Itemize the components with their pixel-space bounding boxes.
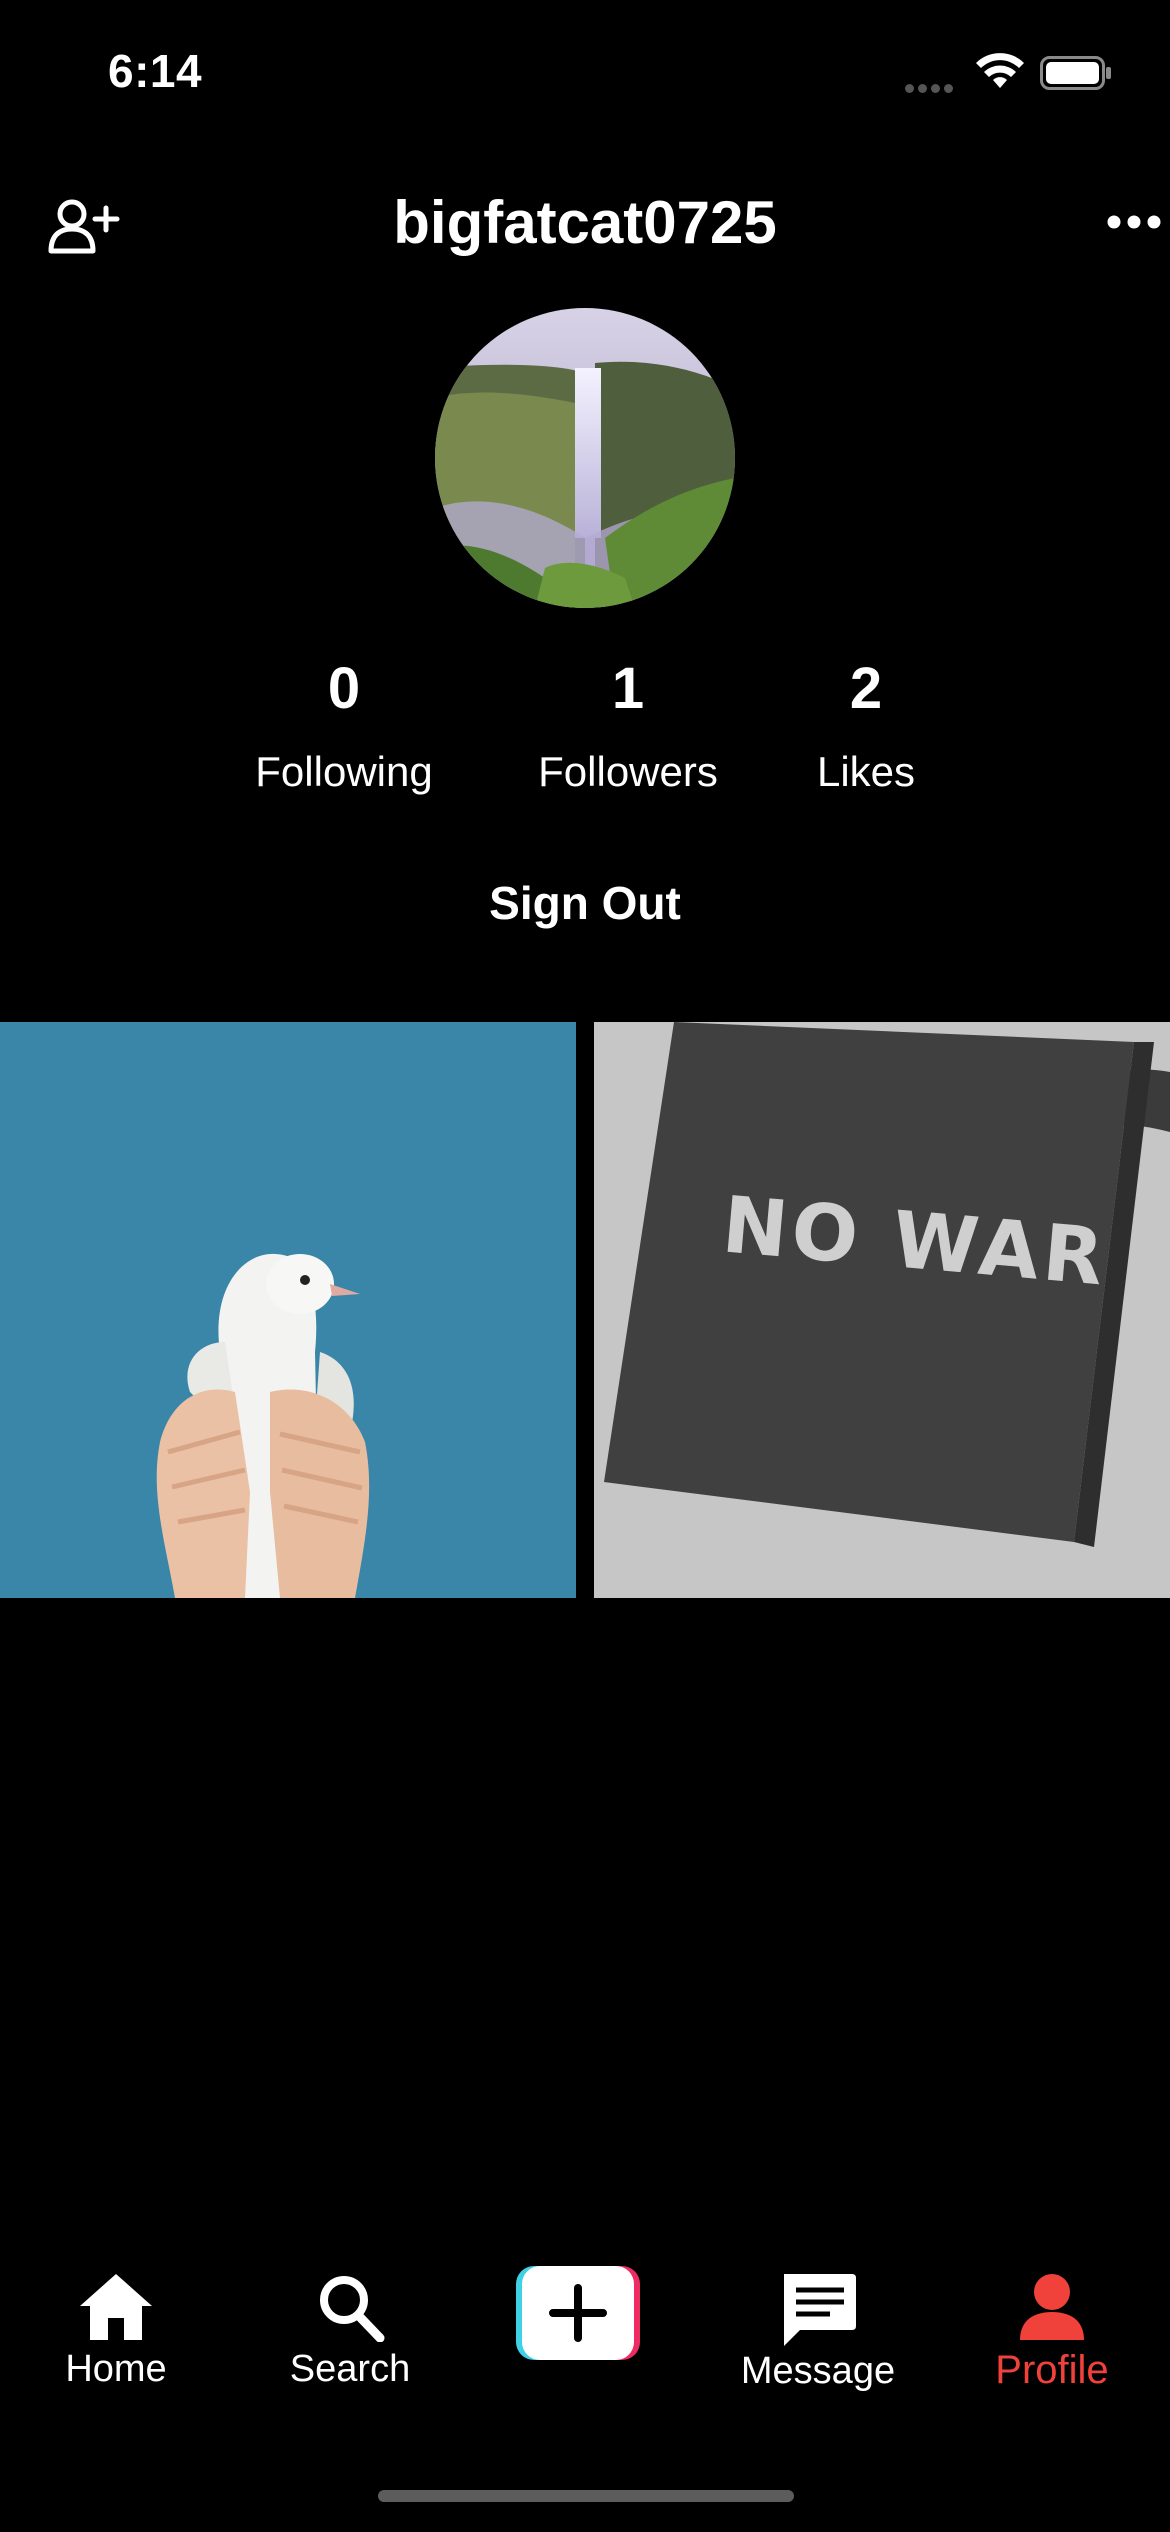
followers-count: 1	[611, 656, 645, 721]
tab-home-label: Home	[65, 2348, 167, 2390]
video-thumbnail-no-war[interactable]: NO WAR	[594, 1022, 1170, 1598]
message-icon	[784, 2274, 856, 2346]
likes-label: Likes	[816, 748, 916, 795]
home-indicator[interactable]	[378, 2490, 794, 2502]
tab-home[interactable]: Home	[16, 2270, 216, 2391]
following-count: 0	[327, 656, 361, 721]
sign-out-button[interactable]: Sign Out	[0, 876, 1170, 930]
status-time: 6:14	[108, 45, 203, 97]
create-video-button[interactable]	[516, 2266, 640, 2360]
stat-following[interactable]: 0 Following	[224, 660, 464, 796]
stat-likes: 2 Likes	[746, 660, 986, 796]
tab-profile-label: Profile	[995, 2348, 1109, 2392]
battery-icon	[1040, 56, 1111, 90]
home-icon	[80, 2274, 152, 2340]
stat-followers[interactable]: 1 Followers	[508, 660, 748, 796]
more-options-icon[interactable]	[1106, 210, 1162, 234]
followers-label: Followers	[538, 748, 718, 795]
tab-profile[interactable]: Profile	[952, 2270, 1152, 2393]
following-label: Following	[255, 748, 433, 795]
tab-message[interactable]: Message	[718, 2270, 918, 2393]
video-thumbnail-dove[interactable]	[0, 1022, 576, 1598]
wifi-icon	[976, 53, 1024, 88]
tab-message-label: Message	[740, 2350, 896, 2392]
profile-username: bigfatcat0725	[393, 189, 777, 256]
cellular-signal-icon	[905, 80, 957, 98]
tab-search-label: Search	[289, 2348, 411, 2390]
avatar[interactable]	[435, 308, 735, 608]
likes-count: 2	[849, 656, 883, 721]
profile-icon	[1020, 2274, 1084, 2340]
no-war-image	[594, 1022, 1170, 1598]
tab-search[interactable]: Search	[250, 2270, 450, 2391]
search-icon	[320, 2276, 385, 2342]
